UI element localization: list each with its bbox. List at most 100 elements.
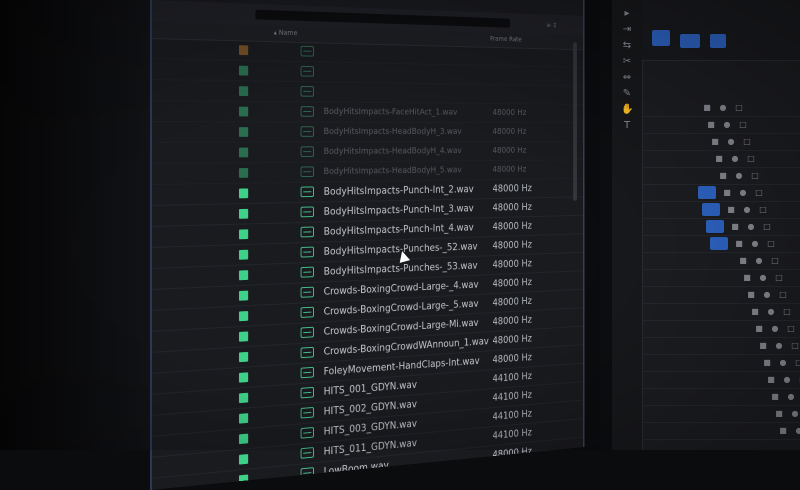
pen-icon[interactable]: ✎ — [621, 88, 633, 100]
lock-icon[interactable]: ■ — [742, 273, 752, 283]
solo-icon[interactable]: □ — [766, 239, 776, 249]
track-header[interactable]: ■ ● □ — [642, 236, 800, 253]
mute-icon[interactable]: ● — [754, 256, 764, 266]
panel-divider[interactable] — [600, 0, 612, 450]
mute-icon[interactable]: ● — [782, 375, 792, 385]
solo-icon[interactable]: □ — [778, 290, 788, 300]
razor-icon[interactable]: ✂ — [621, 56, 633, 68]
lock-icon[interactable]: ■ — [762, 358, 772, 368]
mute-icon[interactable]: ● — [758, 273, 768, 283]
track-header[interactable]: ■ ● □ — [642, 338, 800, 355]
lock-icon[interactable]: ■ — [730, 222, 740, 232]
lock-icon[interactable]: ■ — [758, 341, 768, 351]
track-header[interactable]: ■ ● □ — [642, 117, 800, 134]
hand-icon[interactable]: ✋ — [621, 104, 633, 116]
track-target-button[interactable] — [680, 34, 700, 48]
scrollbar[interactable] — [573, 42, 577, 201]
solo-icon[interactable]: □ — [738, 120, 748, 130]
lock-icon[interactable]: ■ — [718, 171, 728, 181]
mute-icon[interactable]: ● — [738, 188, 748, 198]
solo-icon[interactable]: □ — [754, 188, 764, 198]
solo-icon[interactable]: □ — [782, 307, 792, 317]
lock-icon[interactable]: ■ — [746, 290, 756, 300]
audio-file-icon — [300, 86, 314, 97]
track-select-icon[interactable]: ⇥ — [621, 24, 633, 36]
track-target-button[interactable] — [698, 186, 716, 199]
track-header[interactable]: ■●□ — [642, 423, 800, 440]
track-header[interactable]: ■ ● □ — [642, 304, 800, 321]
solo-icon[interactable]: □ — [762, 222, 772, 232]
track-target-button[interactable] — [710, 34, 726, 48]
mute-icon[interactable]: ● — [730, 154, 740, 164]
mute-icon[interactable]: ● — [770, 324, 780, 334]
mute-icon[interactable]: ● — [766, 307, 776, 317]
mute-icon[interactable]: ● — [726, 137, 736, 147]
project-panel: ≡ ↕ ▴ Name Frame Rate BodyHitsImpacts-Fa… — [150, 0, 585, 490]
lock-icon[interactable]: ■ — [766, 375, 776, 385]
mute-icon[interactable]: ● — [774, 341, 784, 351]
mute-icon[interactable]: ● — [746, 222, 756, 232]
solo-icon[interactable]: □ — [794, 358, 800, 368]
solo-icon[interactable]: □ — [750, 171, 760, 181]
lock-icon[interactable]: ■ — [754, 324, 764, 334]
mute-icon[interactable]: ● — [722, 120, 732, 130]
track-header[interactable]: ■ ● □ — [642, 168, 800, 185]
track-header[interactable]: ■ ● □ — [642, 100, 800, 117]
lock-icon[interactable]: ■ — [778, 426, 788, 436]
track-header[interactable]: ■ ● □ — [642, 202, 800, 219]
solo-icon[interactable]: □ — [758, 205, 768, 215]
solo-icon[interactable]: □ — [734, 103, 744, 113]
mute-icon[interactable]: ● — [790, 409, 800, 419]
track-header[interactable]: ■ ● □ — [642, 287, 800, 304]
file-row[interactable]: BodyHitsImpacts-FaceHitAct_1.wav 48000 Hz — [151, 101, 583, 124]
file-row[interactable]: BodyHitsImpacts-HeadBodyH_3.wav 48000 Hz — [151, 122, 583, 143]
slip-icon[interactable]: ⇔ — [621, 72, 633, 84]
solo-icon[interactable]: □ — [746, 154, 756, 164]
track-header[interactable]: ■●□ — [642, 406, 800, 423]
lock-icon[interactable]: ■ — [774, 409, 784, 419]
column-rate-header[interactable]: Frame Rate — [490, 35, 522, 43]
mute-icon[interactable]: ● — [778, 358, 788, 368]
solo-icon[interactable]: □ — [786, 324, 796, 334]
track-target-button[interactable] — [702, 203, 720, 216]
solo-icon[interactable]: □ — [790, 341, 800, 351]
track-header[interactable]: ■●□ — [642, 372, 800, 389]
solo-icon[interactable]: □ — [770, 256, 780, 266]
track-header[interactable]: ■ ● □ — [642, 219, 800, 236]
track-header[interactable]: ■ ● □ — [642, 253, 800, 270]
mute-icon[interactable]: ● — [786, 392, 796, 402]
mute-icon[interactable]: ● — [794, 426, 800, 436]
mute-icon[interactable]: ● — [762, 290, 772, 300]
selection-icon[interactable]: ▸ — [621, 8, 633, 20]
lock-icon[interactable]: ■ — [738, 256, 748, 266]
sort-icon[interactable]: ≡ ↕ — [546, 22, 557, 29]
type-icon[interactable]: T — [621, 120, 633, 132]
mute-icon[interactable]: ● — [742, 205, 752, 215]
track-target-button[interactable] — [652, 30, 670, 46]
lock-icon[interactable]: ■ — [750, 307, 760, 317]
track-header[interactable]: ■ ● □ — [642, 270, 800, 287]
lock-icon[interactable]: ■ — [770, 392, 780, 402]
lock-icon[interactable]: ■ — [714, 154, 724, 164]
track-header[interactable]: ■ ● □ — [642, 355, 800, 372]
track-header[interactable]: ■ ● □ — [642, 151, 800, 168]
mute-icon[interactable]: ● — [718, 103, 728, 113]
mute-icon[interactable]: ● — [750, 239, 760, 249]
track-header[interactable]: ■●□ — [642, 389, 800, 406]
lock-icon[interactable]: ■ — [710, 137, 720, 147]
ripple-edit-icon[interactable]: ⇆ — [621, 40, 633, 52]
lock-icon[interactable]: ■ — [726, 205, 736, 215]
track-target-button[interactable] — [710, 237, 728, 250]
track-target-button[interactable] — [706, 220, 724, 233]
lock-icon[interactable]: ■ — [706, 120, 716, 130]
lock-icon[interactable]: ■ — [722, 188, 732, 198]
column-name-header[interactable]: ▴ Name — [274, 29, 298, 37]
mute-icon[interactable]: ● — [734, 171, 744, 181]
solo-icon[interactable]: □ — [742, 137, 752, 147]
track-header[interactable]: ■ ● □ — [642, 321, 800, 338]
track-header[interactable]: ■ ● □ — [642, 185, 800, 202]
track-header[interactable]: ■ ● □ — [642, 134, 800, 151]
lock-icon[interactable]: ■ — [734, 239, 744, 249]
lock-icon[interactable]: ■ — [702, 103, 712, 113]
solo-icon[interactable]: □ — [774, 273, 784, 283]
